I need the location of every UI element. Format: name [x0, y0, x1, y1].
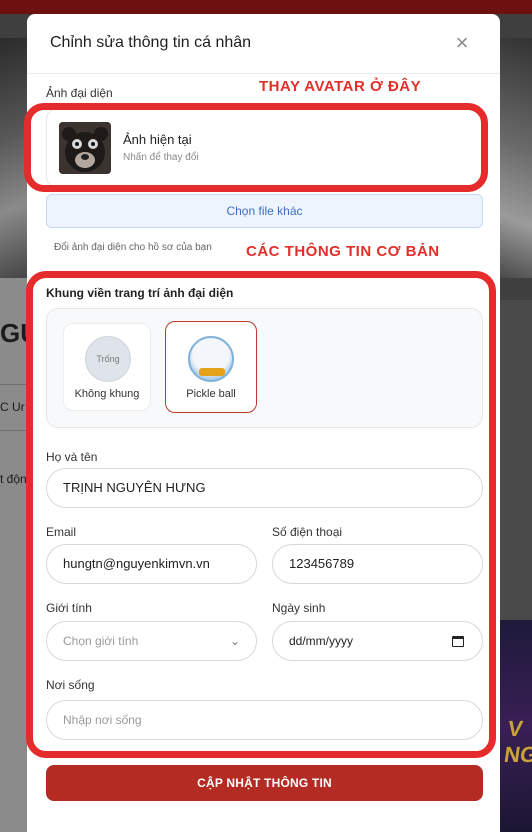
avatar-annotation-box — [24, 103, 488, 192]
background-text-fragment: C Ur — [0, 400, 25, 414]
modal-title: Chỉnh sửa thông tin cá nhân — [50, 34, 252, 51]
avatar-section-label: Ảnh đại diện — [46, 86, 113, 100]
basic-info-annotation-box — [26, 271, 496, 758]
background-right-panel — [500, 300, 532, 620]
avatar-annotation-text: THAY AVATAR Ở ĐÂY — [259, 78, 422, 95]
background-top-bar — [0, 0, 532, 14]
modal-header: Chỉnh sửa thông tin cá nhân × — [27, 14, 500, 74]
close-icon: × — [455, 30, 469, 55]
choose-file-button[interactable]: Chọn file khác — [46, 194, 483, 228]
update-info-button[interactable]: CẬP NHẬT THÔNG TIN — [46, 765, 483, 801]
close-button[interactable]: × — [451, 32, 473, 54]
basic-info-annotation-text: CÁC THÔNG TIN CƠ BẢN — [246, 243, 440, 260]
background-text-fragment: t độn — [0, 472, 27, 486]
avatar-help-text: Đổi ảnh đại diện cho hồ sơ của bạn — [54, 242, 212, 253]
background-right-photo — [500, 38, 532, 278]
